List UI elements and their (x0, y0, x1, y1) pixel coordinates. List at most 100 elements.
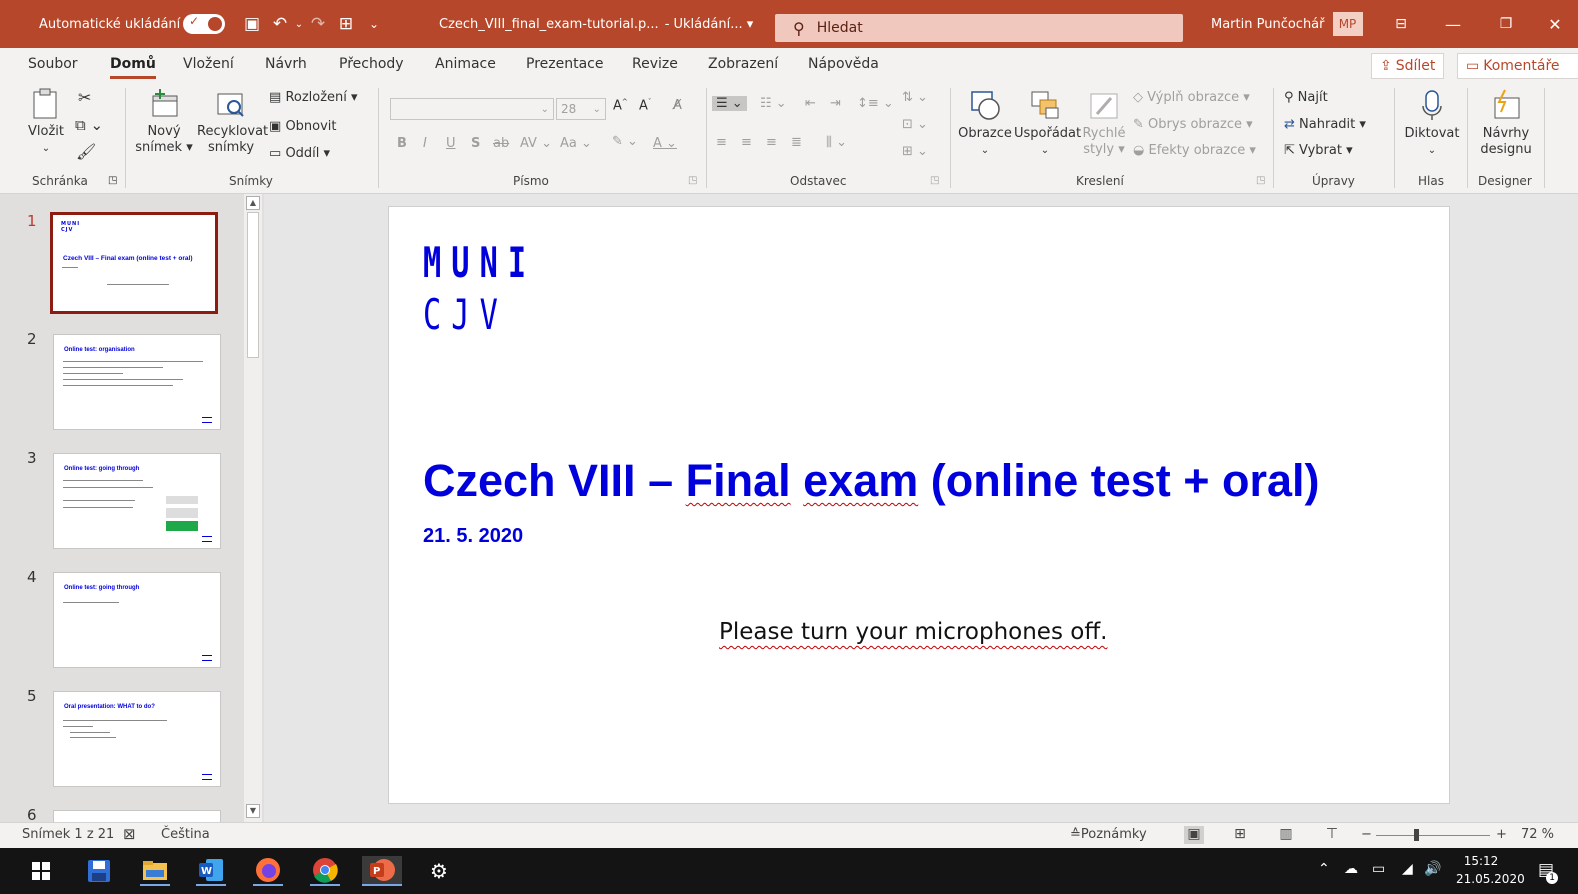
slide-thumbnail-5[interactable]: Oral presentation: WHAT to do? (53, 691, 221, 787)
reading-view-icon[interactable]: ▥ (1276, 826, 1296, 844)
powerpoint-taskbar-icon[interactable]: P (362, 856, 402, 886)
shape-outline-button[interactable]: ✎ Obrys obrazce ▾ (1133, 117, 1253, 132)
chevron-up-icon[interactable]: ⌃ (1318, 861, 1330, 877)
tab-review[interactable]: Revize (632, 56, 678, 72)
battery-icon[interactable]: ▭ (1372, 861, 1385, 877)
shape-fill-button[interactable]: ◇ Výplň obrazce ▾ (1133, 90, 1250, 105)
language-status[interactable]: Čeština (161, 827, 210, 842)
decrease-indent-icon[interactable]: ⇤ (805, 96, 816, 111)
shadow-button[interactable]: S (471, 136, 480, 151)
wifi-icon[interactable]: ◢ (1402, 861, 1413, 877)
tab-help[interactable]: Nápověda (808, 56, 879, 72)
arrange-button[interactable]: Uspořádat ⌄ (1014, 88, 1081, 159)
floppy-app-icon[interactable] (84, 856, 114, 886)
normal-view-icon[interactable]: ▣ (1184, 826, 1204, 844)
copy-icon[interactable]: ⧉ ⌄ (75, 116, 103, 134)
section-button[interactable]: ▭ Oddíl ▾ (269, 146, 330, 161)
slide-subtitle[interactable]: Please turn your microphones off. (719, 619, 1107, 645)
change-case-button[interactable]: Aa ⌄ (560, 136, 592, 151)
scroll-down-icon[interactable]: ▼ (246, 804, 260, 818)
design-ideas-button[interactable]: Návrhy designu (1474, 88, 1538, 158)
highlight-icon[interactable]: ✎ ⌄ (612, 134, 638, 149)
char-spacing-button[interactable]: AV ⌄ (520, 136, 552, 151)
comments-button[interactable]: ▭ Komentáře (1457, 53, 1578, 79)
share-button[interactable]: ⇪ Sdílet (1371, 53, 1445, 79)
tab-transitions[interactable]: Přechody (339, 56, 404, 72)
slide[interactable]: MUNI CJV Czech VIII – Final exam (online… (388, 206, 1450, 804)
font-color-icon[interactable]: A ⌄ (653, 136, 677, 151)
tab-design[interactable]: Návrh (265, 56, 307, 72)
accessibility-icon[interactable]: ⊠ (123, 825, 136, 843)
slide-title[interactable]: Czech VIII – Final exam (online test + o… (423, 455, 1320, 507)
word-icon[interactable]: W (196, 856, 226, 886)
zoom-slider-thumb[interactable] (1414, 829, 1419, 841)
avatar[interactable]: MP (1332, 12, 1363, 36)
redo-icon[interactable]: ↷ (304, 14, 332, 34)
new-slide-button[interactable]: Nový snímek ▾ (134, 88, 194, 156)
volume-icon[interactable]: 🔊 (1424, 861, 1441, 877)
align-left-icon[interactable]: ≡ (716, 135, 727, 150)
slide-thumbnail-3[interactable]: Online test: going through (53, 453, 221, 549)
italic-button[interactable]: I (423, 136, 427, 151)
firefox-icon[interactable] (253, 856, 283, 886)
saving-status[interactable]: - Ukládání... ▾ (665, 17, 754, 32)
reset-button[interactable]: ▣ Obnovit (269, 119, 337, 134)
search-box[interactable]: ⚲ Hledat (775, 14, 1183, 42)
bullets-icon[interactable]: ☰ ⌄ (712, 96, 747, 111)
line-spacing-icon[interactable]: ↕≡ ⌄ (857, 96, 894, 111)
slide-thumbnail-1[interactable]: MUNI CJV Czech VIII – Final exam (online … (50, 212, 218, 314)
autosave-toggle[interactable]: ✓ (183, 14, 225, 34)
shapes-button[interactable]: Obrazce ⌄ (958, 88, 1012, 159)
tab-home[interactable]: Domů (110, 56, 156, 79)
tab-file[interactable]: Soubor (28, 56, 78, 72)
restore-icon[interactable]: ❐ (1483, 0, 1529, 48)
clock[interactable]: 15:12 21.05.2020 (1456, 852, 1525, 888)
zoom-in-button[interactable]: + (1496, 827, 1507, 842)
paste-button[interactable]: Vložit ⌄ (26, 88, 66, 157)
clear-format-icon[interactable]: A̸ (673, 98, 682, 113)
increase-indent-icon[interactable]: ⇥ (830, 96, 841, 111)
layout-button[interactable]: ▤ Rozložení ▾ (269, 90, 358, 105)
slideshow-icon[interactable]: ⊤ (1322, 826, 1342, 844)
font-size-select[interactable]: 28 ⌄ (556, 98, 606, 120)
numbering-icon[interactable]: ☷ ⌄ (760, 96, 787, 111)
chrome-icon[interactable] (310, 856, 340, 886)
slide-date[interactable]: 21. 5. 2020 (423, 525, 523, 548)
undo-dropdown-icon[interactable]: ⌄ (294, 19, 304, 30)
slide-thumbnail-6[interactable] (53, 810, 221, 822)
cut-icon[interactable]: ✂ (78, 88, 91, 107)
settings-gear-icon[interactable]: ⚙ (424, 856, 454, 886)
tab-animations[interactable]: Animace (435, 56, 496, 72)
strikethrough-button[interactable]: ab (493, 136, 509, 151)
replace-button[interactable]: ⇄ Nahradit ▾ (1284, 117, 1366, 132)
columns-icon[interactable]: ⫼ ⌄ (826, 135, 847, 150)
justify-icon[interactable]: ≣ (791, 135, 802, 150)
shrink-font-icon[interactable]: Aˇ (639, 98, 651, 113)
file-explorer-icon[interactable] (140, 856, 170, 886)
present-icon[interactable]: ⊞ (332, 14, 360, 34)
bold-button[interactable]: B (397, 136, 407, 151)
zoom-out-button[interactable]: − (1361, 827, 1372, 842)
zoom-level[interactable]: 72 % (1521, 827, 1554, 842)
scroll-up-icon[interactable]: ▲ (246, 196, 260, 210)
format-painter-icon[interactable]: 🖌 (76, 142, 96, 161)
customize-toolbar-icon[interactable]: ⌄ (360, 17, 388, 31)
reuse-slides-button[interactable]: Recyklovat snímky (197, 88, 268, 156)
dictate-button[interactable]: Diktovat ⌄ (1402, 88, 1462, 159)
align-right-icon[interactable]: ≡ (766, 135, 777, 150)
undo-icon[interactable]: ↶ (266, 14, 294, 34)
tab-view[interactable]: Zobrazení (708, 56, 778, 72)
zoom-slider[interactable] (1376, 835, 1490, 836)
quick-styles-button[interactable]: Rychlé styly ▾ (1080, 88, 1128, 158)
font-launcher-icon[interactable]: ◳ (688, 175, 697, 186)
windows-start-icon[interactable] (26, 856, 56, 886)
find-button[interactable]: ⚲ Najít (1284, 90, 1328, 105)
notifications-icon[interactable]: ▤ 1 (1538, 860, 1559, 884)
user-name[interactable]: Martin Punčochář (1211, 17, 1325, 32)
text-direction-icon[interactable]: ⇅ ⌄ (902, 90, 928, 105)
slide-sorter-icon[interactable]: ⊞ (1230, 826, 1250, 844)
paragraph-launcher-icon[interactable]: ◳ (930, 175, 939, 186)
slide-thumbnail-2[interactable]: Online test: organisation (53, 334, 221, 430)
align-text-icon[interactable]: ⊡ ⌄ (902, 117, 928, 132)
grow-font-icon[interactable]: A^ (613, 98, 628, 113)
